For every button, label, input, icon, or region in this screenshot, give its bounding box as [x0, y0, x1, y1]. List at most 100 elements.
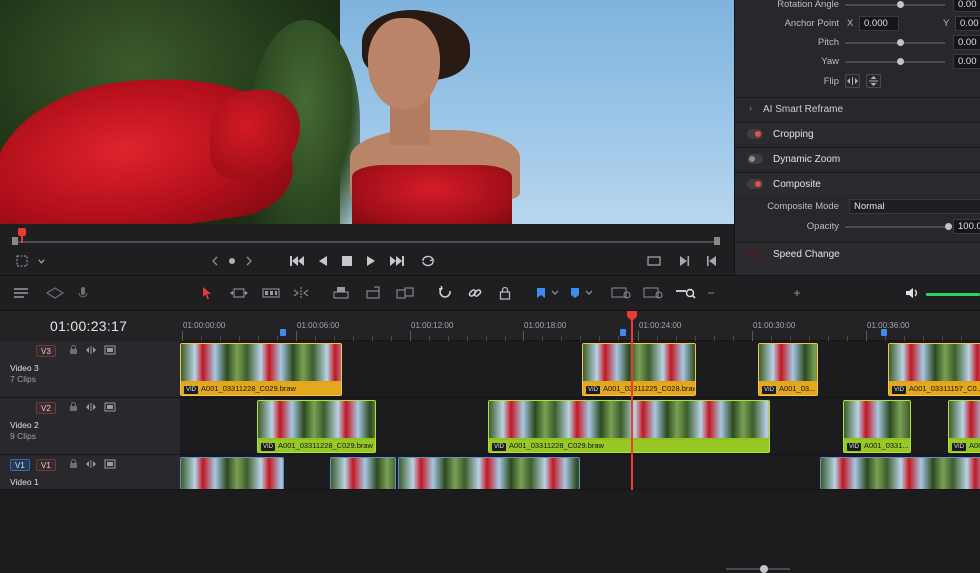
pitch-slider[interactable]	[845, 39, 945, 46]
play-reverse-icon[interactable]	[316, 250, 330, 272]
slider-knob[interactable]	[945, 223, 952, 230]
composite-section[interactable]: Composite	[735, 172, 980, 194]
chevron-right-icon[interactable]: ›	[749, 103, 752, 113]
timeline-clip[interactable]: VIDA001_03	[948, 400, 980, 453]
track-lane-v3[interactable]: VID A001_03311228_C029.braw VID A001_03311…	[180, 341, 980, 398]
cropping-section[interactable]: Cropping	[735, 122, 980, 144]
auto-select-icon[interactable]	[85, 459, 96, 469]
auto-select-icon[interactable]	[85, 402, 96, 412]
timeline-clip[interactable]: VID A001_0331...	[843, 400, 911, 453]
selection-arrow-icon[interactable]	[198, 284, 216, 302]
layers-icon[interactable]	[44, 284, 66, 302]
rotation-angle-slider[interactable]	[845, 1, 945, 8]
timeline-clip[interactable]	[330, 457, 396, 489]
volume-icon[interactable]	[904, 284, 922, 302]
position-lock-icon[interactable]	[496, 284, 514, 302]
flip-horizontal-icon[interactable]	[845, 74, 860, 88]
timeline-marker[interactable]	[881, 329, 887, 336]
timeline-clip[interactable]	[180, 457, 284, 489]
skip-to-end-icon[interactable]	[388, 250, 406, 272]
composite-mode-select[interactable]: Normal	[849, 199, 980, 214]
track-badge-v1[interactable]: V1	[36, 459, 56, 471]
timeline-clip[interactable]: VID A001_03311225_C028.braw	[582, 343, 696, 396]
zoom-detail-icon[interactable]	[642, 284, 666, 302]
viewer-scrubber[interactable]	[0, 224, 734, 250]
prev-edit-icon[interactable]	[704, 250, 720, 272]
timeline-clip[interactable]	[820, 457, 980, 489]
dynamic-zoom-section[interactable]: Dynamic Zoom	[735, 147, 980, 169]
flip-vertical-icon[interactable]	[866, 74, 881, 88]
composite-toggle[interactable]	[747, 179, 763, 189]
blade-icon[interactable]	[290, 284, 312, 302]
track-badge-v2[interactable]: V2	[36, 402, 56, 414]
loop-icon[interactable]	[418, 250, 438, 272]
track-output-icon[interactable]	[104, 345, 116, 355]
timeline-marker[interactable]	[620, 329, 626, 336]
microphone-icon[interactable]	[74, 284, 92, 302]
flag-icon[interactable]	[534, 284, 562, 302]
next-edit-icon[interactable]	[676, 250, 692, 272]
timeline-clip[interactable]: VID A001_03311228_C029.braw	[488, 400, 770, 453]
slider-knob[interactable]	[897, 58, 904, 65]
speed-change-section[interactable]: Speed Change	[735, 242, 980, 275]
insert-clip-icon[interactable]	[330, 284, 352, 302]
track-lane-v1[interactable]	[180, 455, 980, 490]
zoom-slider[interactable]	[726, 568, 790, 570]
track-output-icon[interactable]	[104, 402, 116, 412]
link-icon[interactable]	[466, 284, 484, 302]
timeline-clip[interactable]: VID A001_03311228_C029.braw	[257, 400, 376, 453]
timecode-display[interactable]: 01:00:23:17	[0, 311, 180, 341]
slider-knob[interactable]	[897, 39, 904, 46]
play-icon[interactable]	[364, 250, 378, 272]
track-lane-v2[interactable]: VID A001_03311228_C029.braw VID A001_03311…	[180, 398, 980, 455]
overwrite-clip-icon[interactable]	[362, 284, 384, 302]
in-point-icon[interactable]	[12, 237, 18, 245]
scrub-track[interactable]	[14, 241, 720, 243]
jog-control[interactable]	[208, 250, 256, 272]
timeline-marker[interactable]	[280, 329, 286, 336]
opacity-slider[interactable]	[845, 223, 952, 230]
anchor-x-field[interactable]: 0.000	[859, 16, 899, 31]
yaw-slider[interactable]	[845, 58, 945, 65]
ai-smart-reframe-section[interactable]: › AI Smart Reframe	[735, 97, 980, 119]
volume-meter[interactable]	[926, 293, 980, 296]
track-badge-v3[interactable]: V3	[36, 345, 56, 357]
stop-icon[interactable]	[340, 250, 354, 272]
source-patch-v1[interactable]: V1	[10, 459, 30, 471]
track-options-icon[interactable]	[12, 284, 34, 302]
viewer-options-icon[interactable]	[14, 250, 30, 272]
marker-icon[interactable]	[568, 284, 596, 302]
slider-knob[interactable]	[897, 1, 904, 8]
timeline-clip[interactable]: VID A001_03...	[758, 343, 818, 396]
lock-icon[interactable]	[68, 459, 78, 469]
timeline-clip[interactable]: VID A001_03311157_C0...	[888, 343, 980, 396]
zoom-full-icon[interactable]	[610, 284, 634, 302]
timeline-clip[interactable]	[398, 457, 580, 489]
lock-icon[interactable]	[68, 345, 78, 355]
timeline-ruler[interactable]: 01:00:00:00 01:00:06:00 01:00:12:00 01:0…	[180, 311, 980, 341]
zoom-in-button[interactable]: +	[790, 284, 804, 302]
chevron-down-icon[interactable]	[34, 250, 48, 272]
replace-clip-icon[interactable]	[394, 284, 416, 302]
zoom-custom-icon[interactable]	[674, 284, 698, 302]
skip-to-start-icon[interactable]	[288, 250, 306, 272]
dynamic-trim-icon[interactable]	[260, 284, 282, 302]
opacity-field[interactable]: 100.0	[953, 219, 980, 234]
out-point-icon[interactable]	[714, 237, 720, 245]
timeline-playhead[interactable]	[631, 311, 633, 490]
cropping-toggle[interactable]	[747, 129, 763, 139]
pitch-field[interactable]: 0.00	[953, 35, 980, 50]
match-frame-icon[interactable]	[645, 250, 663, 272]
lock-icon[interactable]	[68, 402, 78, 412]
zoom-out-button[interactable]: −	[704, 284, 718, 302]
auto-select-icon[interactable]	[85, 345, 96, 355]
yaw-field[interactable]: 0.00	[953, 54, 980, 69]
scrub-playhead[interactable]	[18, 228, 26, 236]
dynamic-zoom-toggle[interactable]	[747, 154, 763, 164]
trim-edit-icon[interactable]	[228, 284, 250, 302]
video-frame[interactable]	[0, 0, 734, 224]
snapping-icon[interactable]	[436, 284, 454, 302]
speed-change-toggle[interactable]	[747, 249, 763, 259]
track-output-icon[interactable]	[104, 459, 116, 469]
anchor-y-field[interactable]: 0.00	[955, 16, 980, 31]
